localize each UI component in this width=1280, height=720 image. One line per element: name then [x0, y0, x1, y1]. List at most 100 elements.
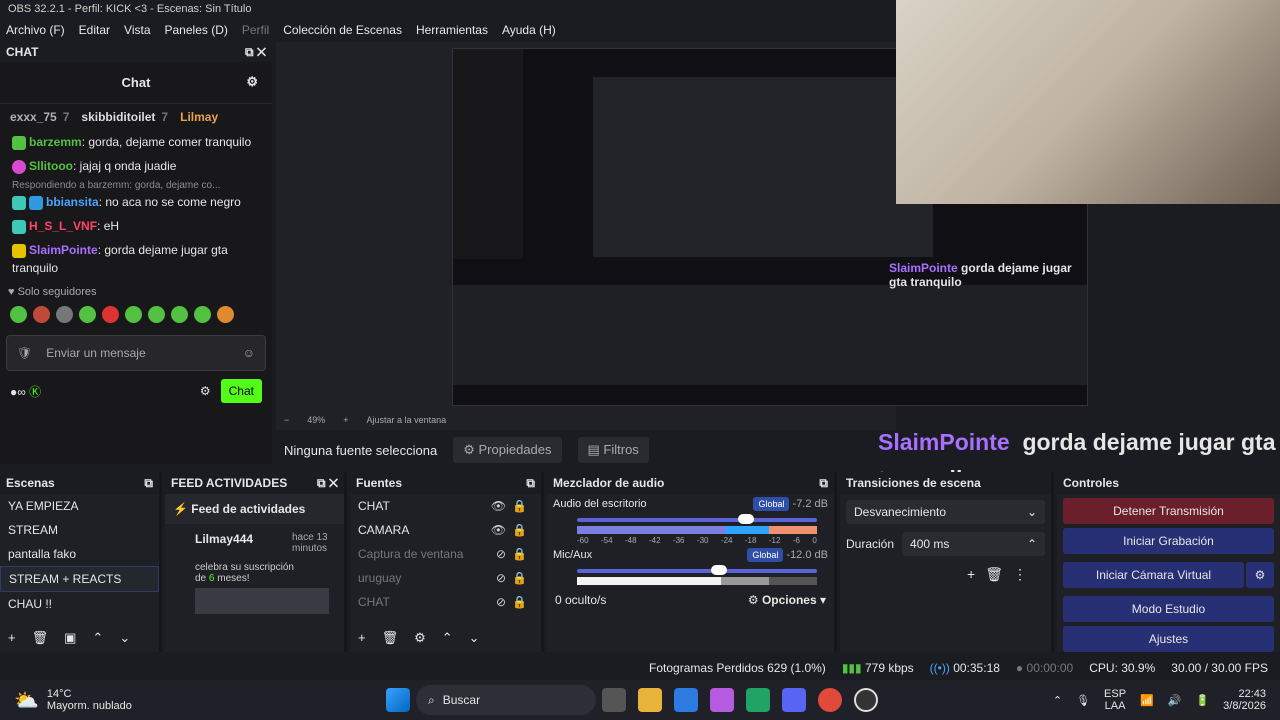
top-user[interactable]: skibbiditoilet [81, 110, 155, 124]
emote-icon[interactable] [10, 306, 27, 323]
down-icon[interactable]: ⌄ [119, 630, 130, 646]
chrome-icon[interactable] [818, 688, 842, 712]
menu-vista[interactable]: Vista [124, 23, 150, 39]
obs-icon[interactable] [854, 688, 878, 712]
volume-slider[interactable] [577, 514, 817, 524]
more-icon[interactable]: ⋮ [1013, 566, 1037, 582]
scene-item[interactable]: STREAM [0, 518, 159, 542]
wifi-icon[interactable]: 📶 [1140, 694, 1154, 707]
volume-icon[interactable]: 🔊 [1168, 694, 1182, 707]
gear-icon[interactable]: ⚙ [1246, 562, 1274, 588]
menu-coleccion[interactable]: Colección de Escenas [283, 23, 402, 39]
source-item[interactable]: Captura de ventana ⊘🔒 [350, 542, 541, 566]
source-item[interactable]: CAMARA 👁🔒 [350, 518, 541, 542]
emote-icon[interactable] [217, 306, 234, 323]
close-icon[interactable]: ⧉ ✕ [317, 476, 338, 491]
menu-archivo[interactable]: Archivo (F) [6, 23, 65, 39]
add-icon[interactable]: + [967, 566, 985, 582]
fit-window[interactable]: Ajustar a la ventana [367, 415, 447, 427]
weather-widget[interactable]: ⛅ 14°C Mayorm. nublado [0, 688, 380, 713]
kick-icons[interactable]: ●∞ Ⓚ [10, 383, 41, 400]
battery-icon[interactable]: 🔋 [1195, 694, 1209, 707]
float-icon[interactable]: ⧉ [526, 476, 535, 491]
top-user[interactable]: Lilmay [180, 110, 218, 124]
scenes-dock: Escenas ⧉ YA EMPIEZA STREAM pantalla fako… [0, 472, 162, 652]
tray-chevron-icon[interactable]: ⌃ [1053, 694, 1062, 707]
gear-icon[interactable]: ⚙ [200, 384, 211, 398]
source-item[interactable]: CHAT ⊘🔒 [350, 590, 541, 614]
float-icon[interactable]: ⧉ [144, 476, 153, 491]
windows-start-icon[interactable] [386, 688, 410, 712]
transition-select[interactable]: Desvanecimiento ⌄ [846, 500, 1045, 524]
gear-icon[interactable]: ⚙ [414, 630, 426, 646]
close-icon[interactable]: ⧉ ✕ [245, 45, 266, 60]
virtual-camera-button[interactable]: Iniciar Cámara Virtual [1063, 562, 1244, 588]
trash-icon[interactable]: 🗑 [32, 630, 49, 646]
studio-mode-button[interactable]: Modo Estudio [1063, 596, 1274, 622]
discord-icon[interactable] [782, 688, 806, 712]
mic-icon[interactable]: 🎙 [1076, 694, 1090, 707]
source-item[interactable]: CHAT 👁🔒 [350, 494, 541, 518]
emoji-icon[interactable]: ☺ [243, 346, 255, 360]
add-icon[interactable]: + [358, 630, 366, 646]
down-icon[interactable]: ⌄ [469, 630, 480, 646]
emote-icon[interactable] [148, 306, 165, 323]
menu-paneles[interactable]: Paneles (D) [165, 23, 228, 39]
search-box[interactable]: ⌕ Buscar [416, 685, 596, 715]
chat-input[interactable]: 🛡 Enviar un mensaje ☺ [6, 335, 266, 371]
chat-username[interactable]: bbiansita [46, 195, 99, 209]
options-button[interactable]: ⚙ Opciones ▾ [748, 593, 826, 607]
volume-slider[interactable] [577, 565, 817, 575]
visibility-lock-icons[interactable]: ⊘🔒 [496, 595, 533, 609]
clock[interactable]: 22:43 3/8/2026 [1223, 688, 1266, 712]
top-user[interactable]: exxx_75 [10, 110, 57, 124]
visibility-lock-icons[interactable]: 👁🔒 [491, 523, 533, 537]
scene-item[interactable]: YA EMPIEZA [0, 494, 159, 518]
source-item[interactable]: uruguay ⊘🔒 [350, 566, 541, 590]
chat-username[interactable]: Sllitooo [29, 159, 73, 173]
send-chat-button[interactable]: Chat [220, 379, 262, 403]
start-recording-button[interactable]: Iniciar Grabación [1063, 528, 1274, 554]
visibility-lock-icons[interactable]: 👁🔒 [491, 499, 533, 513]
properties-button[interactable]: ⚙ Propiedades [453, 437, 562, 463]
taskview-icon[interactable] [602, 688, 626, 712]
visibility-lock-icons[interactable]: ⊘🔒 [496, 547, 533, 561]
trash-icon[interactable]: 🗑 [985, 566, 1013, 582]
up-icon[interactable]: ⌃ [442, 630, 453, 646]
emote-icon[interactable] [171, 306, 188, 323]
trash-icon[interactable]: 🗑 [382, 630, 399, 646]
add-icon[interactable]: + [8, 630, 16, 646]
emote-icon[interactable] [125, 306, 142, 323]
chat-username[interactable]: H_S_L_VNF [29, 219, 97, 233]
chat-username[interactable]: barzemm [29, 135, 82, 149]
duration-input[interactable]: 400 ms ⌃ [902, 532, 1045, 556]
chat-username[interactable]: SlaimPointe [29, 243, 98, 257]
menu-ayuda[interactable]: Ayuda (H) [502, 23, 556, 39]
menu-herramientas[interactable]: Herramientas [416, 23, 488, 39]
filters-button[interactable]: ▤ Filtros [577, 437, 649, 463]
menu-editar[interactable]: Editar [79, 23, 110, 39]
stop-stream-button[interactable]: Detener Transmisión [1063, 498, 1274, 524]
menu-perfil[interactable]: Perfil [242, 23, 269, 39]
language-indicator[interactable]: ESP LAA [1104, 688, 1126, 712]
scene-item-selected[interactable]: STREAM + REACTS [0, 566, 159, 592]
emote-icon[interactable] [102, 306, 119, 323]
user-settings-icon[interactable]: ⚙ [246, 74, 258, 90]
explorer-icon[interactable] [638, 688, 662, 712]
emote-icon[interactable] [56, 306, 73, 323]
filter-icon[interactable]: ▣ [64, 630, 76, 646]
sub-badge-icon [12, 243, 26, 258]
excel-icon[interactable] [746, 688, 770, 712]
emote-icon[interactable] [33, 306, 50, 323]
visibility-lock-icons[interactable]: ⊘🔒 [496, 571, 533, 585]
emote-icon[interactable] [194, 306, 211, 323]
store-icon[interactable] [674, 688, 698, 712]
copilot-icon[interactable] [710, 688, 734, 712]
settings-button[interactable]: Ajustes [1063, 626, 1274, 652]
up-icon[interactable]: ⌃ [92, 630, 103, 646]
float-icon[interactable]: ⧉ [819, 476, 828, 491]
scene-item[interactable]: CHAU !! [0, 592, 159, 616]
scene-item[interactable]: pantalla fako [0, 542, 159, 566]
emote-icon[interactable] [79, 306, 96, 323]
zoom-level[interactable]: 49% [307, 415, 325, 427]
